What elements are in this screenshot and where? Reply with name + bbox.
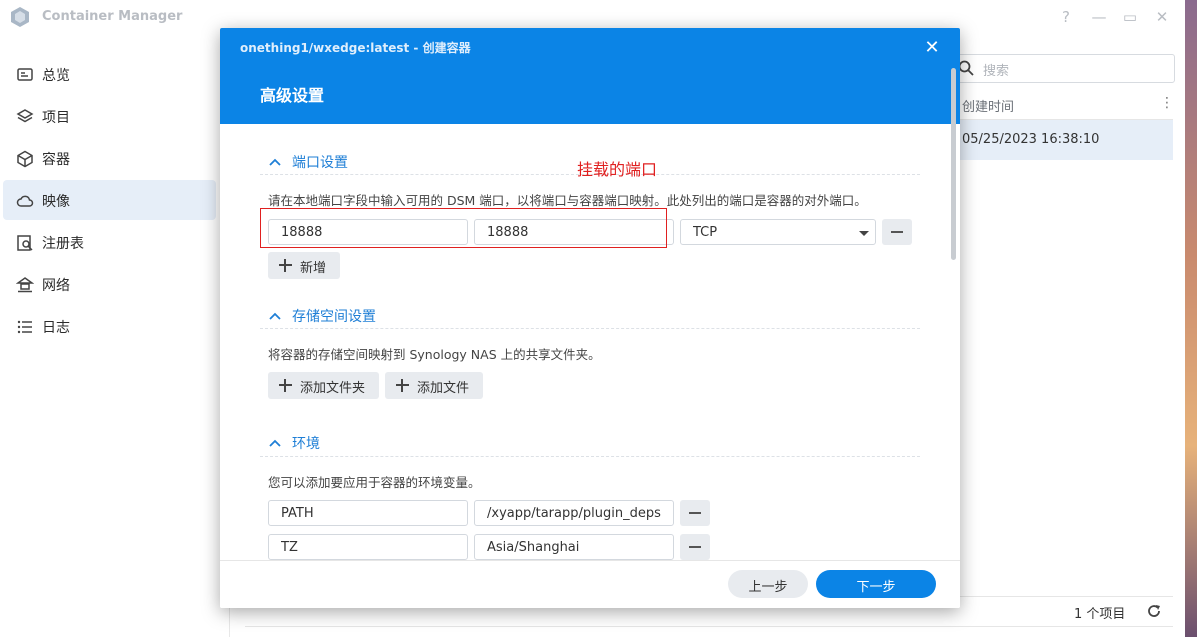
project-icon (16, 109, 34, 123)
sidebar-item-container[interactable]: 容器 (3, 138, 216, 178)
button-label: 添加文件 (417, 381, 470, 396)
field-value: PATH (281, 506, 314, 521)
help-button[interactable]: ? (1057, 8, 1075, 26)
log-icon (17, 320, 32, 334)
column-header-created[interactable]: 创建时间 (962, 96, 1014, 115)
env-key-input[interactable]: PATH (268, 500, 468, 526)
protocol-select[interactable]: TCP (680, 219, 876, 245)
sidebar-item-registry[interactable]: 注册表 (3, 222, 216, 262)
env-value-input[interactable]: /xyapp/tarapp/plugin_deps (474, 500, 674, 526)
field-value: /xyapp/tarapp/plugin_deps (487, 506, 661, 521)
dialog-header: onething1/wxedge:latest - 创建容器 ✕ 高级设置 (220, 28, 960, 124)
sidebar-item-label: 总览 (42, 68, 70, 84)
button-label: 新增 (300, 261, 327, 276)
image-cloud-icon (16, 195, 34, 207)
section-label: 端口设置 (292, 155, 348, 171)
bottom-divider (245, 626, 1173, 627)
previous-button[interactable]: 上一步 (728, 570, 808, 598)
add-folder-button[interactable]: 添加文件夹 (268, 372, 379, 399)
add-port-button[interactable]: 新增 (268, 252, 340, 279)
env-key-input[interactable]: TZ (268, 534, 468, 560)
remove-env-button[interactable] (680, 534, 710, 560)
minimize-button[interactable]: — (1090, 8, 1108, 26)
sidebar-item-label: 注册表 (42, 236, 84, 252)
plus-icon (279, 259, 292, 272)
create-container-dialog: onething1/wxedge:latest - 创建容器 ✕ 高级设置 端口… (220, 28, 960, 608)
footer-divider (220, 560, 960, 561)
button-label: 上一步 (748, 580, 788, 595)
maximize-button[interactable]: ▭ (1121, 8, 1139, 26)
close-window-button[interactable]: ✕ (1153, 8, 1171, 26)
remove-env-button[interactable] (680, 500, 710, 526)
sidebar-item-label: 项目 (42, 110, 70, 126)
field-value: Asia/Shanghai (487, 540, 580, 555)
dialog-subtitle: 高级设置 (260, 86, 325, 105)
search-placeholder: 搜索 (983, 64, 1010, 79)
remove-port-button[interactable] (882, 219, 912, 245)
storage-description: 将容器的存储空间映射到 Synology NAS 上的共享文件夹。 (268, 347, 601, 362)
sidebar-item-log[interactable]: 日志 (3, 306, 216, 346)
field-value: TCP (693, 225, 718, 240)
sidebar-item-label: 容器 (42, 152, 70, 168)
overview-icon (17, 68, 33, 81)
section-divider (260, 328, 920, 330)
close-icon[interactable]: ✕ (922, 38, 942, 58)
desktop-wallpaper (1185, 0, 1197, 637)
search-icon (958, 60, 974, 76)
item-count: 1 个项目 (1074, 607, 1126, 622)
sidebar-item-image[interactable]: 映像 (3, 180, 216, 220)
add-file-button[interactable]: 添加文件 (385, 372, 483, 399)
app-title: Container Manager (42, 9, 183, 24)
next-button[interactable]: 下一步 (816, 570, 936, 598)
container-icon (17, 150, 33, 168)
annotation-highlight-box (260, 208, 667, 248)
button-label: 添加文件夹 (300, 381, 366, 396)
chevron-down-icon (859, 231, 869, 236)
chevron-up-icon (269, 312, 281, 320)
chevron-up-icon (269, 439, 281, 447)
plus-icon (396, 379, 409, 392)
refresh-icon[interactable] (1146, 603, 1162, 619)
chevron-up-icon (269, 158, 281, 166)
field-value: TZ (281, 540, 298, 555)
network-icon (16, 277, 34, 293)
sidebar-item-label: 映像 (42, 194, 70, 210)
sidebar-item-network[interactable]: 网络 (3, 264, 216, 304)
app-logo-icon (11, 7, 29, 27)
annotation-label: 挂载的端口 (577, 160, 658, 179)
sidebar-item-project[interactable]: 项目 (3, 96, 216, 136)
ports-description: 请在本地端口字段中输入可用的 DSM 端口，以将端口与容器端口映射。此处列出的端… (268, 193, 867, 208)
plus-icon (279, 379, 292, 392)
dialog-title: onething1/wxedge:latest - 创建容器 (240, 41, 471, 55)
table-cell-created: 05/25/2023 16:38:10 (962, 132, 1100, 147)
section-label: 环境 (292, 436, 320, 452)
dialog-scrollbar[interactable] (951, 68, 956, 260)
column-menu-icon[interactable]: ⋮ (1160, 95, 1174, 111)
env-value-input[interactable]: Asia/Shanghai (474, 534, 674, 560)
env-description: 您可以添加要应用于容器的环境变量。 (268, 475, 481, 490)
section-divider (260, 456, 920, 458)
registry-icon (17, 235, 33, 251)
section-label: 存储空间设置 (292, 309, 376, 325)
sidebar-item-label: 网络 (42, 278, 70, 294)
sidebar-item-overview[interactable]: 总览 (3, 54, 216, 94)
sidebar-item-label: 日志 (42, 320, 70, 336)
button-label: 下一步 (856, 580, 896, 595)
